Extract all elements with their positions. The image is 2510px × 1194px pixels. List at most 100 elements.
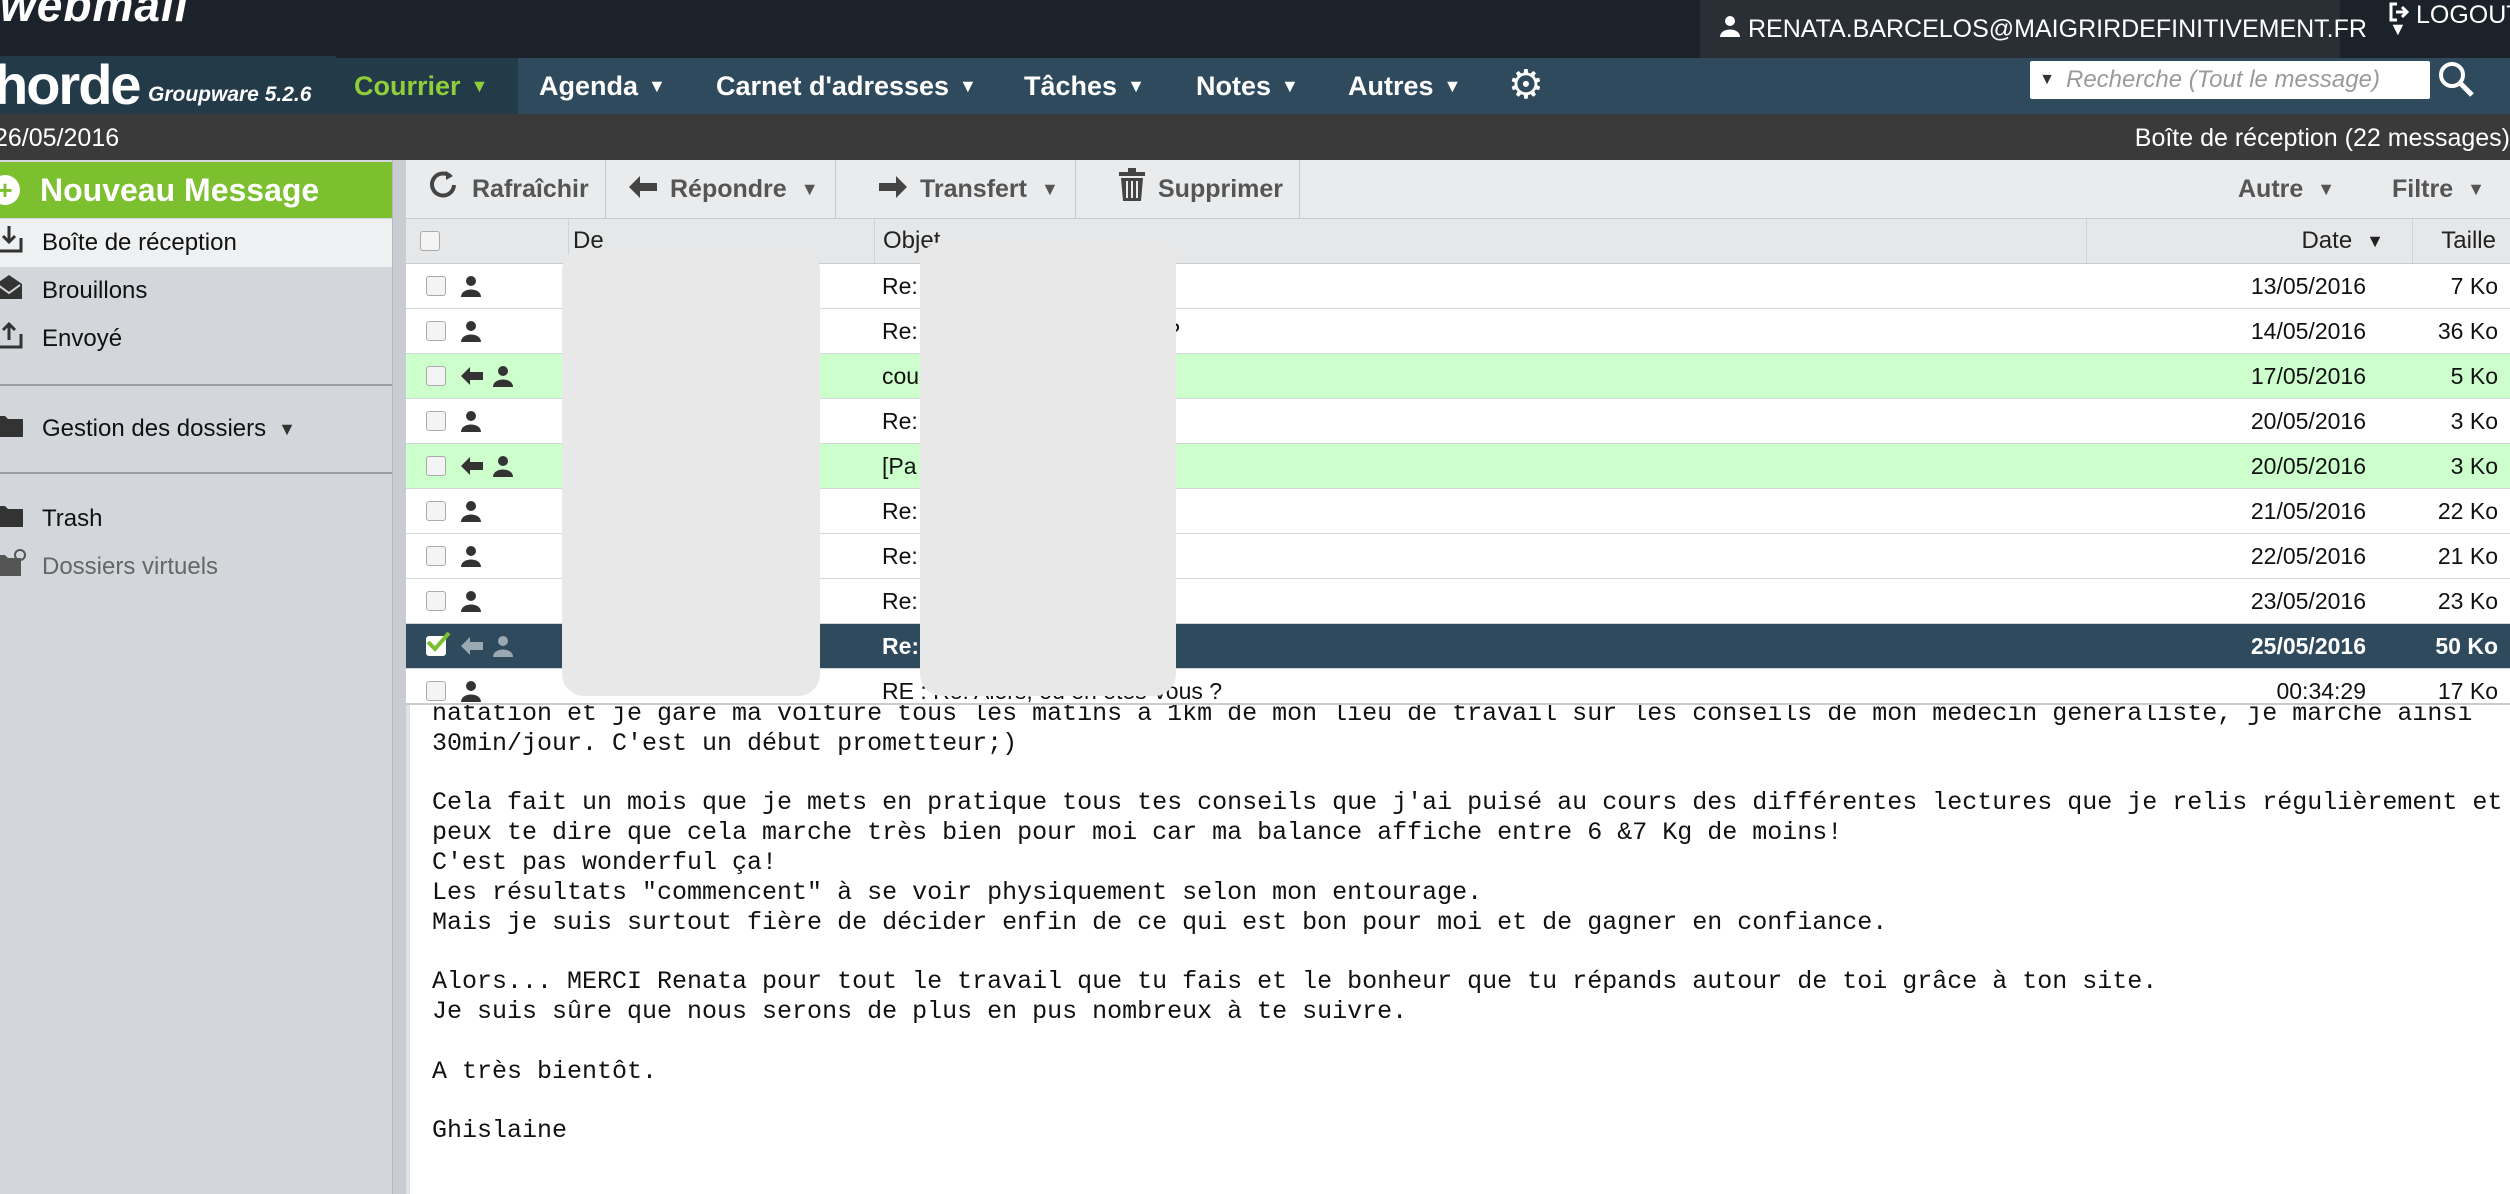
nav-carnet-adresses[interactable]: Carnet d'adresses ▼ — [698, 58, 995, 114]
refresh-icon — [426, 168, 460, 210]
checkbox[interactable] — [426, 321, 446, 341]
folder-icon — [0, 412, 42, 446]
row-checkbox[interactable] — [426, 264, 446, 308]
select-all-checkbox[interactable] — [420, 219, 440, 263]
row-checkbox[interactable] — [426, 624, 451, 668]
chevron-down-icon: ▼ — [959, 75, 977, 96]
checkbox[interactable] — [426, 276, 446, 296]
new-message-button[interactable]: + Nouveau Message — [0, 162, 392, 218]
reply-button[interactable]: Répondre ▼ — [612, 160, 836, 218]
nav-autres[interactable]: Autres ▼ — [1330, 58, 1479, 114]
chevron-down-icon: ▼ — [1281, 75, 1299, 96]
row-date: 17/05/2016 — [2250, 362, 2366, 389]
row-size: 3 Ko — [2450, 452, 2498, 479]
filter-button[interactable]: Filtre ▼ — [2376, 160, 2501, 218]
chevron-down-icon: ▼ — [2467, 178, 2485, 199]
row-checkbox[interactable] — [426, 444, 446, 488]
drafts-icon — [0, 272, 42, 310]
user-icon — [493, 366, 513, 387]
message-preview: natation et je gare ma voiture tous les … — [406, 705, 2510, 1194]
sort-down-icon: ▼ — [2366, 230, 2384, 251]
user-icon — [461, 591, 481, 612]
row-status-icons — [460, 579, 550, 623]
nav-agenda[interactable]: Agenda ▼ — [521, 58, 684, 114]
row-size: 3 Ko — [2450, 407, 2498, 434]
chevron-down-icon: ▼ — [2317, 178, 2336, 199]
row-date: 13/05/2016 — [2250, 272, 2366, 299]
current-date: 26/05/2016 — [0, 124, 120, 152]
forward-button[interactable]: Transfert ▼ — [862, 160, 1076, 218]
chevron-down-icon: ▼ — [278, 418, 296, 439]
user-icon — [461, 546, 481, 567]
checkbox-checked[interactable] — [426, 631, 451, 656]
plus-icon: + — [0, 175, 20, 205]
user-email: RENATA.BARCELOS@MAIGRIRDEFINITIVEMENT.FR — [1748, 14, 2367, 43]
sidebar-item-sent[interactable]: Envoyé — [0, 315, 392, 363]
nav-label: Carnet d'adresses — [716, 70, 950, 101]
other-label: Autre — [2238, 174, 2304, 203]
column-date[interactable]: Date ▼ — [2086, 219, 2412, 263]
delete-button[interactable]: Supprimer — [1102, 160, 1301, 218]
chevron-down-icon: ▼ — [1127, 75, 1145, 96]
sidebar-item-drafts[interactable]: Brouillons — [0, 267, 392, 315]
gear-icon[interactable]: ⚙ — [1508, 62, 1544, 108]
logout-link[interactable]: LOGOUT — [2388, 0, 2510, 30]
checkbox[interactable] — [426, 366, 446, 386]
row-checkbox[interactable] — [426, 579, 446, 623]
folder-icon — [0, 502, 42, 536]
sidebar-divider — [0, 472, 392, 474]
checkbox[interactable] — [426, 456, 446, 476]
status-bar — [0, 114, 2510, 160]
row-status-icons — [460, 354, 550, 398]
search-input[interactable] — [2064, 65, 2428, 95]
search-box[interactable]: ▼ — [2030, 61, 2430, 99]
nav-taches[interactable]: Tâches ▼ — [1006, 58, 1163, 114]
sidebar-item-label: Trash — [42, 505, 103, 532]
checkbox[interactable] — [426, 681, 446, 701]
checkbox[interactable] — [426, 591, 446, 611]
horde-logo: horde — [0, 53, 142, 116]
chevron-down-icon: ▼ — [800, 178, 819, 199]
mailbox-status: Boîte de réception (22 messages) — [2134, 124, 2510, 152]
nav-notes[interactable]: Notes ▼ — [1178, 58, 1317, 114]
sidebar-item-trash[interactable]: Trash — [0, 495, 392, 543]
sidebar-item-virtual-folders[interactable]: Dossiers virtuels — [0, 543, 392, 591]
nav-courrier[interactable]: Courrier ▼ — [336, 58, 518, 114]
row-status-icons — [460, 624, 550, 668]
search-scope-dropdown[interactable]: ▼ — [2030, 71, 2064, 89]
redacted-area — [562, 248, 820, 696]
sidebar-item-label: Brouillons — [42, 277, 148, 304]
row-status-icons — [460, 309, 550, 353]
row-checkbox[interactable] — [426, 489, 446, 533]
row-checkbox[interactable] — [426, 399, 446, 443]
row-checkbox[interactable] — [426, 354, 446, 398]
user-icon — [493, 456, 513, 477]
row-status-icons — [460, 534, 550, 578]
checkbox[interactable] — [426, 546, 446, 566]
message-body: natation et je gare ma voiture tous les … — [432, 705, 2503, 1146]
row-checkbox[interactable] — [426, 309, 446, 353]
checkbox[interactable] — [426, 501, 446, 521]
sidebar-item-inbox[interactable]: Boîte de réception — [0, 219, 392, 267]
search-icon[interactable] — [2436, 59, 2476, 109]
checkbox[interactable] — [426, 411, 446, 431]
row-date: 14/05/2016 — [2250, 317, 2366, 344]
column-size[interactable]: Taille — [2412, 219, 2510, 263]
user-menu[interactable]: RENATA.BARCELOS@MAIGRIRDEFINITIVEMENT.FR… — [1700, 0, 2407, 58]
other-actions-button[interactable]: Autre ▼ — [2222, 160, 2351, 218]
sidebar-resize-handle[interactable] — [392, 160, 407, 1194]
column-label: Taille — [2441, 227, 2496, 254]
row-size: 50 Ko — [2435, 632, 2498, 659]
sidebar-folder-management[interactable]: Gestion des dossiers ▼ — [0, 405, 392, 453]
refresh-button[interactable]: Rafraîchir — [410, 160, 606, 218]
refresh-label: Rafraîchir — [472, 174, 589, 203]
chevron-down-icon: ▼ — [648, 75, 666, 96]
delete-label: Supprimer — [1158, 174, 1284, 203]
trash-icon — [1118, 168, 1146, 210]
row-size: 21 Ko — [2437, 542, 2498, 569]
nav-label: Autres — [1348, 70, 1434, 101]
row-checkbox[interactable] — [426, 534, 446, 578]
row-date: 21/05/2016 — [2250, 497, 2366, 524]
checkbox[interactable] — [420, 231, 440, 251]
replied-icon — [461, 637, 483, 655]
